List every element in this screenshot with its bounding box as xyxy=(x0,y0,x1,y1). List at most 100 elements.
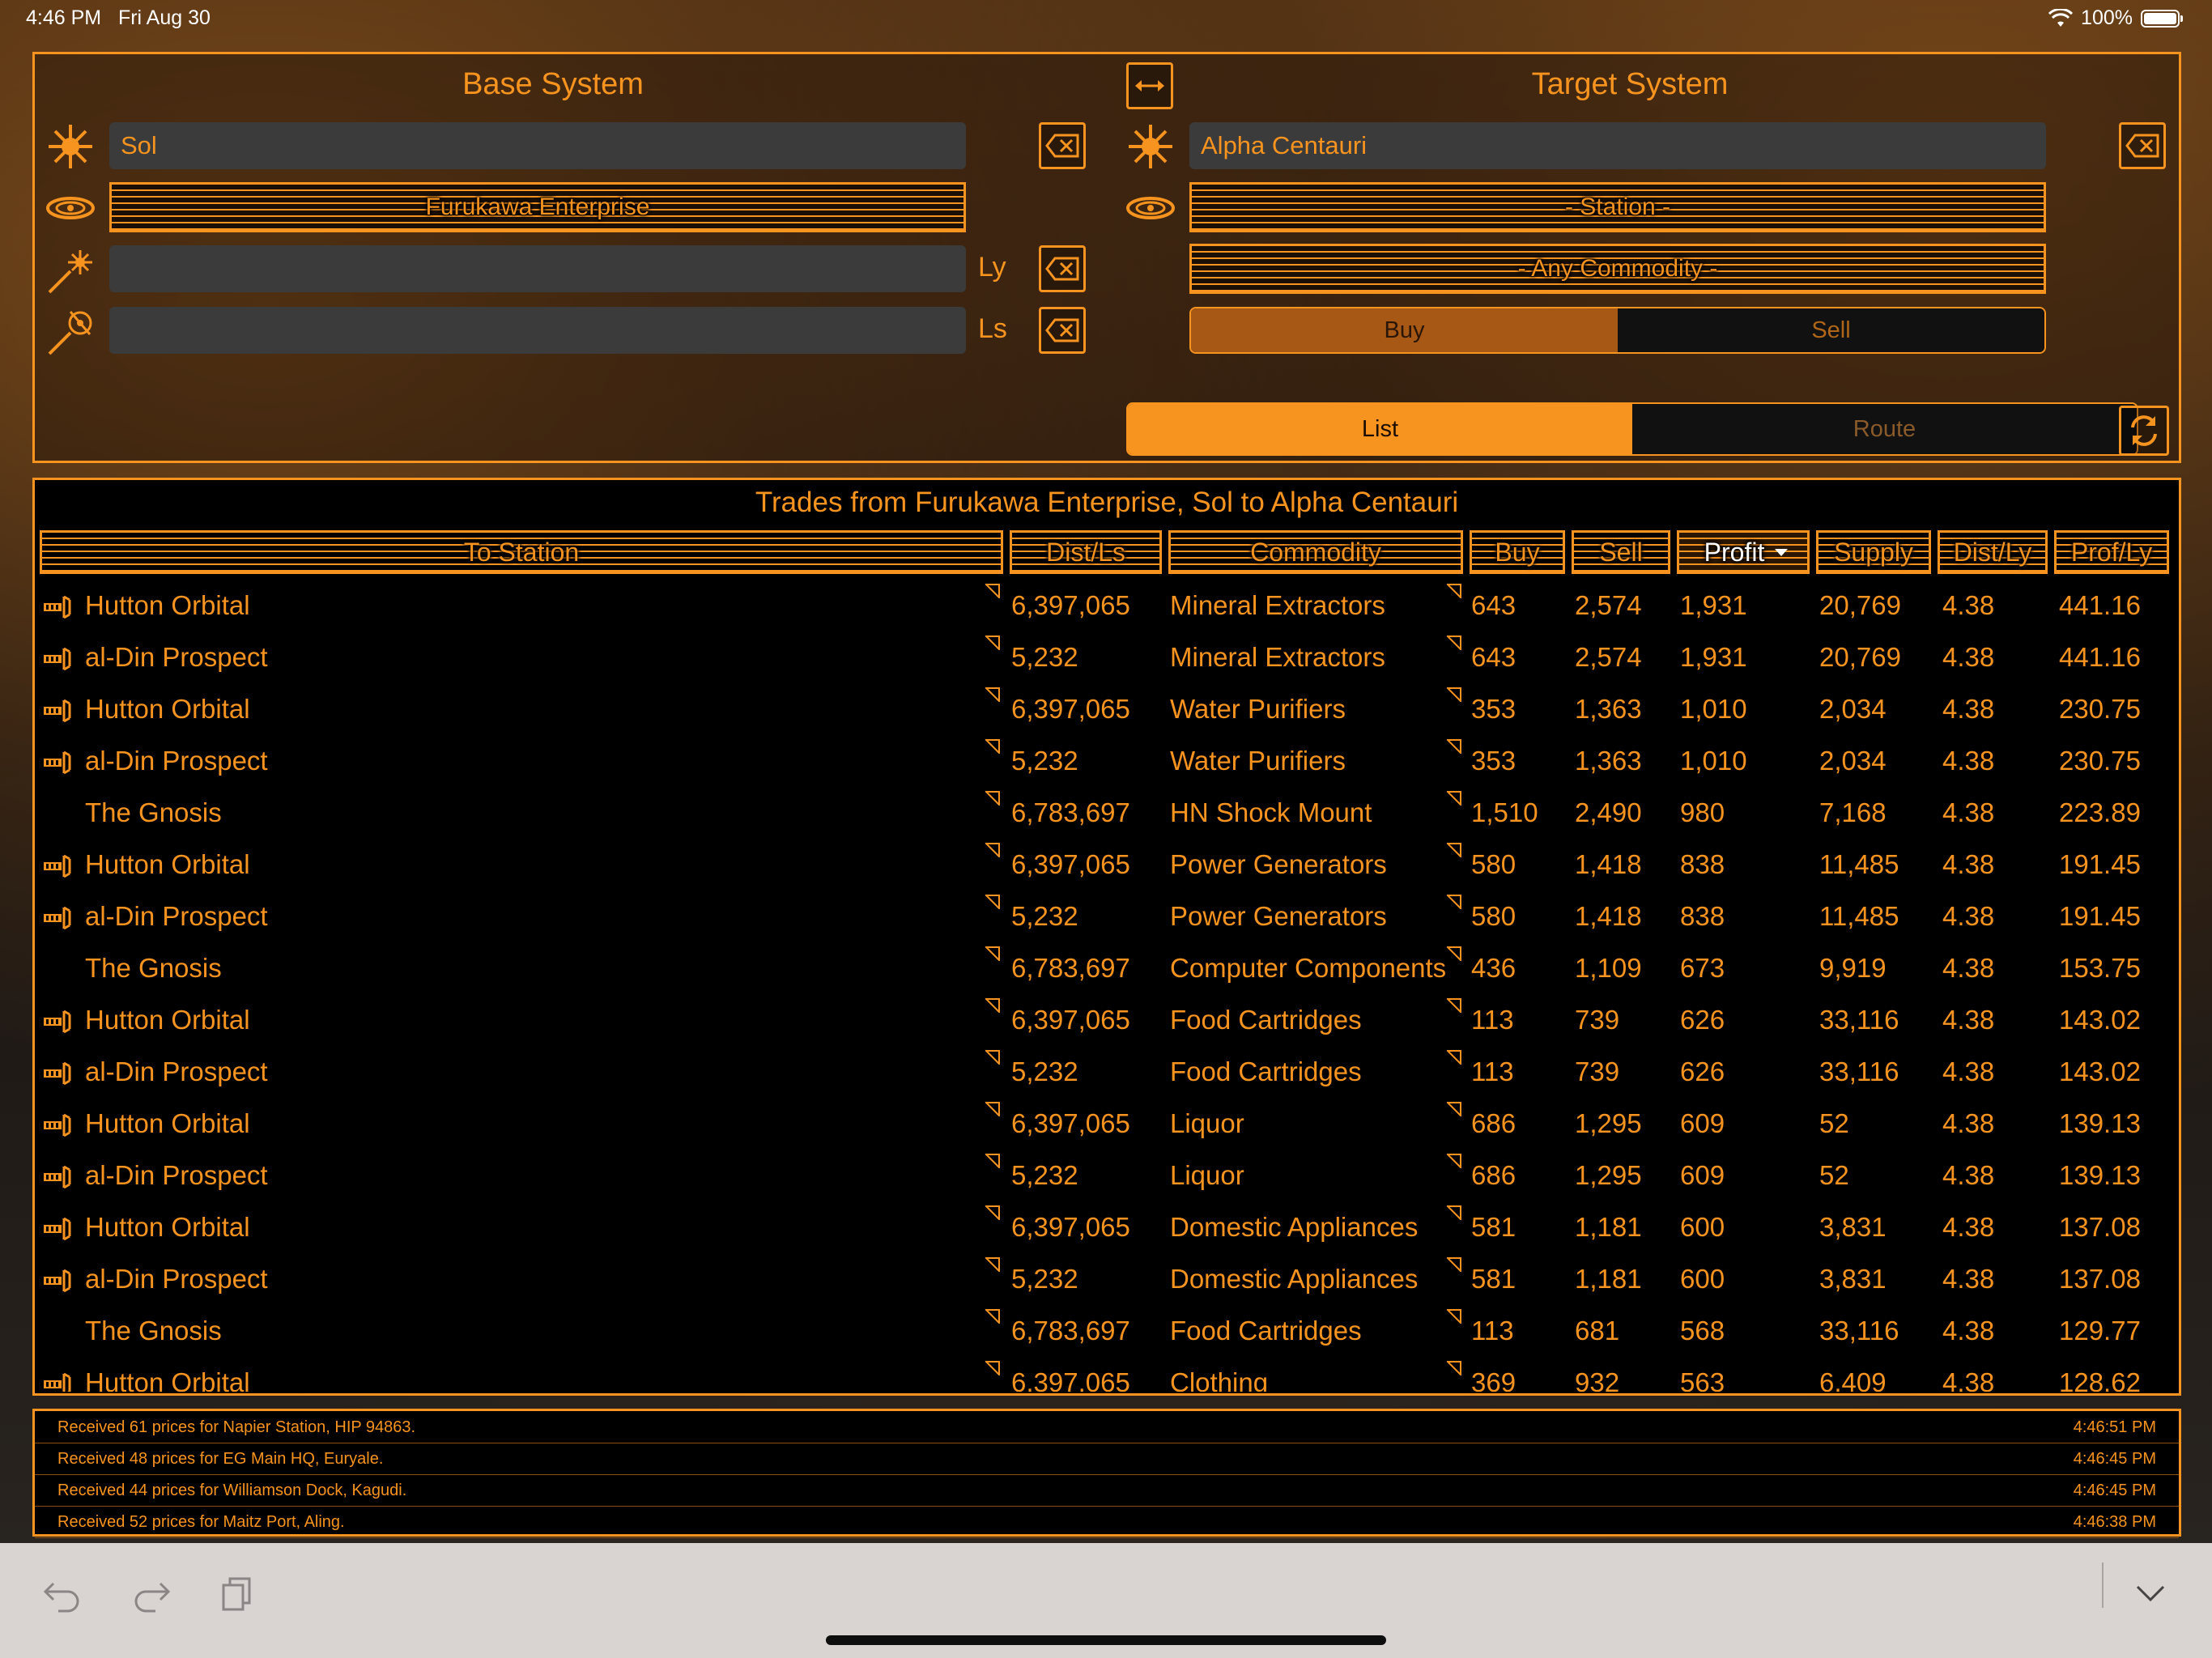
base-station-select[interactable]: Furukawa Enterprise xyxy=(109,182,966,232)
table-row[interactable]: Hutton Orbital 6,397,065 Liquor 686 1,295 609… xyxy=(35,1100,2179,1152)
commodity-value: - Any Commodity - xyxy=(1517,255,1718,282)
buy-segment[interactable]: Buy xyxy=(1191,308,1618,352)
cell-prof-ly: 191.45 xyxy=(2059,901,2141,931)
cell-station: Hutton Orbital xyxy=(85,1367,250,1392)
cell-profit: 626 xyxy=(1680,1005,1725,1035)
cell-commodity: Liquor xyxy=(1170,1108,1244,1138)
header-commodity[interactable]: Commodity xyxy=(1168,530,1463,574)
table-row[interactable]: al-Din Prospect 5,232 Mineral Extractors 64… xyxy=(35,634,2179,686)
landing-pad-icon xyxy=(43,1267,74,1301)
redo-button[interactable] xyxy=(131,1577,172,1617)
table-row[interactable]: Hutton Orbital 6,397,065 Domestic Applianc… xyxy=(35,1204,2179,1256)
header-dist-ls[interactable]: Dist/Ls xyxy=(1010,530,1162,574)
clear-ly-button[interactable] xyxy=(1039,245,1086,292)
cell-dist-ly: 4.38 xyxy=(1942,590,1995,620)
cell-sell: 1,181 xyxy=(1575,1212,1642,1242)
cell-dist-ly: 4.38 xyxy=(1942,694,1995,724)
cell-station: Hutton Orbital xyxy=(85,1212,250,1242)
cell-buy: 436 xyxy=(1471,953,1516,983)
header-prof-ly[interactable]: Prof/Ly xyxy=(2054,530,2169,574)
table-row[interactable]: Hutton Orbital 6,397,065 Power Generators 5… xyxy=(35,841,2179,893)
cell-commodity: Clothing xyxy=(1170,1367,1269,1392)
cell-prof-ly: 139.13 xyxy=(2059,1108,2141,1138)
header-sell[interactable]: Sell xyxy=(1572,530,1670,574)
cell-supply: 11,485 xyxy=(1819,849,1899,879)
list-segment[interactable]: List xyxy=(1128,404,1632,454)
cell-prof-ly: 441.16 xyxy=(2059,590,2141,620)
cell-supply: 52 xyxy=(1819,1160,1849,1190)
cell-dist-ls: 6,783,697 xyxy=(1011,1316,1130,1346)
cell-dist-ls: 5,232 xyxy=(1011,1160,1078,1190)
header-supply[interactable]: Supply xyxy=(1816,530,1931,574)
cell-dist-ls: 6,397,065 xyxy=(1011,1367,1130,1392)
paste-button[interactable] xyxy=(220,1575,253,1617)
cell-station: al-Din Prospect xyxy=(85,1160,268,1190)
sell-segment[interactable]: Sell xyxy=(1618,308,2044,352)
table-row[interactable]: Hutton Orbital 6,397,065 Food Cartridges 11… xyxy=(35,997,2179,1048)
cell-commodity: Mineral Extractors xyxy=(1170,642,1385,672)
clear-icon xyxy=(1045,257,1079,281)
header-label: Dist/Ly xyxy=(1953,537,2032,567)
cell-dist-ly: 4.38 xyxy=(1942,1212,1995,1242)
cell-supply: 3,831 xyxy=(1819,1212,1887,1242)
refresh-button[interactable] xyxy=(2119,406,2169,456)
table-row[interactable]: Hutton Orbital 6,397,065 Water Purifiers 35… xyxy=(35,686,2179,738)
clock: 4:46 PM xyxy=(26,6,102,29)
cell-dist-ls: 6,397,065 xyxy=(1011,694,1130,724)
cell-buy: 353 xyxy=(1471,694,1516,724)
clear-ls-button[interactable] xyxy=(1039,307,1086,354)
target-station-select[interactable]: - Station - xyxy=(1189,182,2046,232)
clear-icon xyxy=(1045,134,1079,158)
table-row[interactable]: The Gnosis 6,783,697 HN Shock Mount 1,510 2,… xyxy=(35,789,2179,841)
cell-station: Hutton Orbital xyxy=(85,1005,250,1035)
cell-dist-ly: 4.38 xyxy=(1942,642,1995,672)
header-to-station[interactable]: To Station xyxy=(40,530,1003,574)
log-time: 4:46:38 PM xyxy=(2073,1513,2156,1531)
undo-button[interactable] xyxy=(42,1577,83,1617)
status-time: 4:46 PM Fri Aug 30 xyxy=(26,6,211,30)
cell-profit: 1,010 xyxy=(1680,694,1747,724)
header-profit[interactable]: Profit xyxy=(1677,530,1810,574)
log-entry: Received 48 prices for EG Main HQ, Eurya… xyxy=(35,1443,2179,1475)
landing-pad-icon xyxy=(43,1008,74,1042)
table-row[interactable]: Hutton Orbital 6,397,065 Mineral Extractor… xyxy=(35,582,2179,634)
cell-sell: 1,418 xyxy=(1575,901,1642,931)
clear-target-system-button[interactable] xyxy=(2119,122,2166,169)
cell-dist-ly: 4.38 xyxy=(1942,849,1995,879)
clear-icon xyxy=(2125,134,2159,158)
header-buy[interactable]: Buy xyxy=(1470,530,1565,574)
station-distance-field[interactable] xyxy=(109,307,966,354)
table-row[interactable]: Hutton Orbital 6,397,065 Clothing 369 932 563… xyxy=(35,1359,2179,1392)
cell-commodity: Liquor xyxy=(1170,1160,1244,1190)
landing-pad-icon xyxy=(43,1060,74,1094)
base-system-field[interactable]: Sol xyxy=(109,122,966,169)
commodity-select[interactable]: - Any Commodity - xyxy=(1189,244,2046,294)
station-ring-icon xyxy=(1125,182,1176,234)
route-segment[interactable]: Route xyxy=(1632,404,2137,454)
star-distance-field[interactable] xyxy=(109,245,966,292)
cell-supply: 33,116 xyxy=(1819,1005,1899,1035)
cell-profit: 600 xyxy=(1680,1264,1725,1294)
header-dist-ly[interactable]: Dist/Ly xyxy=(1938,530,2048,574)
cell-commodity: Food Cartridges xyxy=(1170,1005,1362,1035)
swap-systems-button[interactable] xyxy=(1126,62,1173,109)
cell-profit: 609 xyxy=(1680,1160,1725,1190)
cell-buy: 643 xyxy=(1471,642,1516,672)
table-row[interactable]: al-Din Prospect 5,232 Food Cartridges 113 73… xyxy=(35,1048,2179,1100)
header-label: To Station xyxy=(463,537,580,567)
header-label: Profit xyxy=(1704,537,1765,567)
clear-base-system-button[interactable] xyxy=(1039,122,1086,169)
cell-station: al-Din Prospect xyxy=(85,1056,268,1086)
dismiss-keyboard-button[interactable] xyxy=(2134,1584,2167,1607)
cell-dist-ly: 4.38 xyxy=(1942,1005,1995,1035)
table-row[interactable]: The Gnosis 6,783,697 Food Cartridges 113 681… xyxy=(35,1307,2179,1359)
table-row[interactable]: al-Din Prospect 5,232 Liquor 686 1,295 609 52 4… xyxy=(35,1152,2179,1204)
date: Fri Aug 30 xyxy=(117,6,211,29)
undo-icon xyxy=(43,1582,79,1613)
table-row[interactable]: al-Din Prospect 5,232 Power Generators 580 1… xyxy=(35,893,2179,945)
table-row[interactable]: The Gnosis 6,783,697 Computer Components 43… xyxy=(35,945,2179,997)
table-row[interactable]: al-Din Prospect 5,232 Domestic Appliances 5… xyxy=(35,1256,2179,1307)
target-system-field[interactable]: Alpha Centauri xyxy=(1189,122,2046,169)
cell-dist-ls: 5,232 xyxy=(1011,1056,1078,1086)
table-row[interactable]: al-Din Prospect 5,232 Water Purifiers 353 1,… xyxy=(35,738,2179,789)
